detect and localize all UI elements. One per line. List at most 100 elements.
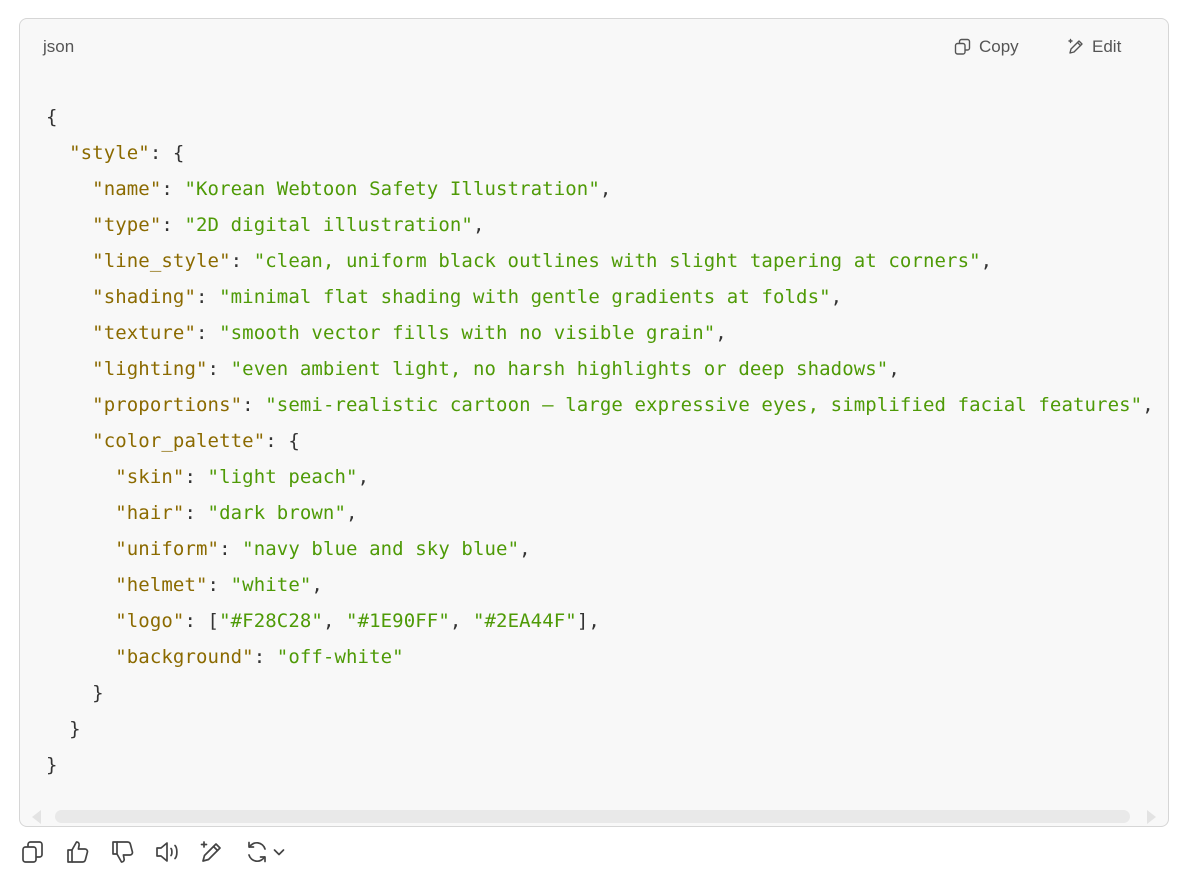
- json-punctuation-token: :: [219, 538, 243, 560]
- json-punctuation-token: [46, 430, 92, 452]
- code-line: "style": {: [46, 135, 1168, 171]
- json-punctuation-token: :: [184, 502, 208, 524]
- json-string-token: "#F28C28": [219, 610, 323, 632]
- code-line: }: [46, 711, 1168, 747]
- thumbs-up-button[interactable]: [65, 838, 91, 866]
- json-punctuation-token: }: [46, 718, 81, 740]
- edit-code-button[interactable]: Edit: [1067, 35, 1121, 59]
- json-string-token: "Korean Webtoon Safety Illustration": [184, 178, 600, 200]
- horizontal-scrollbar[interactable]: [20, 807, 1168, 826]
- json-punctuation-token: [46, 358, 92, 380]
- code-block-header: json Copy Edit: [20, 19, 1168, 77]
- edit-label: Edit: [1092, 37, 1122, 56]
- json-string-token: "white": [230, 574, 312, 596]
- scrollbar-thumb[interactable]: [55, 810, 1130, 823]
- code-line: "lighting": "even ambient light, no hars…: [46, 351, 1168, 387]
- json-string-token: "#2EA44F": [472, 610, 577, 632]
- code-line: }: [46, 747, 1168, 783]
- json-punctuation-token: ,: [1142, 394, 1154, 416]
- code-line: "color_palette": {: [46, 423, 1168, 459]
- json-key-token: "texture": [92, 322, 197, 344]
- edit-message-button[interactable]: [199, 838, 225, 866]
- json-punctuation-token: ,: [311, 574, 323, 596]
- json-punctuation-token: ,: [980, 250, 993, 272]
- json-punctuation-token: : {: [149, 142, 185, 164]
- json-key-token: "background": [115, 646, 254, 668]
- thumbs-up-icon: [65, 839, 91, 865]
- thumbs-down-icon: [110, 839, 136, 865]
- regenerate-icon: [244, 839, 270, 865]
- scroll-right-arrow-icon[interactable]: [1147, 810, 1156, 824]
- json-punctuation-token: ,: [519, 538, 531, 560]
- json-punctuation-token: [46, 466, 115, 488]
- code-line: "logo": ["#F28C28", "#1E90FF", "#2EA44F"…: [46, 603, 1168, 639]
- copy-icon: [20, 839, 46, 865]
- read-aloud-button[interactable]: [154, 838, 182, 866]
- json-punctuation-token: [46, 214, 92, 236]
- edit-icon: [199, 839, 225, 865]
- code-content: { "style": { "name": "Korean Webtoon Saf…: [46, 99, 1168, 783]
- json-punctuation-token: ,: [357, 466, 370, 488]
- json-punctuation-token: }: [46, 682, 104, 704]
- json-punctuation-token: ,: [888, 358, 900, 380]
- json-string-token: "minimal flat shading with gentle gradie…: [219, 286, 831, 308]
- json-punctuation-token: [46, 646, 115, 668]
- json-punctuation-token: ,: [322, 610, 347, 632]
- language-label: json: [43, 37, 75, 56]
- code-line: "shading": "minimal flat shading with ge…: [46, 279, 1168, 315]
- json-string-token: "light peach": [207, 466, 358, 488]
- code-line: "helmet": "white",: [46, 567, 1168, 603]
- json-punctuation-token: ,: [599, 178, 612, 200]
- code-line: "line_style": "clean, uniform black outl…: [46, 243, 1168, 279]
- json-punctuation-token: [46, 574, 115, 596]
- copy-icon: [954, 38, 972, 56]
- json-key-token: "color_palette": [92, 430, 266, 452]
- code-line: "hair": "dark brown",: [46, 495, 1168, 531]
- json-punctuation-token: :: [207, 574, 231, 596]
- regenerate-button[interactable]: [244, 838, 286, 866]
- json-key-token: "proportions": [92, 394, 243, 416]
- json-string-token: "navy blue and sky blue": [242, 538, 520, 560]
- json-punctuation-token: [46, 610, 115, 632]
- json-punctuation-token: ],: [576, 610, 600, 632]
- json-key-token: "helmet": [115, 574, 208, 596]
- edit-icon: [1067, 38, 1085, 56]
- json-punctuation-token: :: [242, 394, 266, 416]
- json-punctuation-token: [46, 394, 92, 416]
- scroll-left-arrow-icon[interactable]: [32, 810, 41, 824]
- json-punctuation-token: ,: [472, 214, 485, 236]
- code-line: "uniform": "navy blue and sky blue",: [46, 531, 1168, 567]
- json-punctuation-token: {: [46, 106, 58, 128]
- code-block: json Copy Edit { "style": { "name": "Kor…: [19, 18, 1169, 827]
- json-punctuation-token: :: [184, 466, 208, 488]
- json-punctuation-token: }: [46, 754, 58, 776]
- json-string-token: "dark brown": [207, 502, 347, 524]
- json-punctuation-token: [46, 538, 115, 560]
- copy-message-button[interactable]: [20, 838, 46, 866]
- json-key-token: "skin": [115, 466, 185, 488]
- code-line: "proportions": "semi-realistic cartoon —…: [46, 387, 1168, 423]
- json-punctuation-token: ,: [830, 286, 843, 308]
- json-string-token: "clean, uniform black outlines with slig…: [253, 250, 981, 272]
- json-punctuation-token: [46, 322, 92, 344]
- code-line: "skin": "light peach",: [46, 459, 1168, 495]
- code-line: {: [46, 99, 1168, 135]
- thumbs-down-button[interactable]: [110, 838, 136, 866]
- chevron-down-icon[interactable]: [272, 845, 286, 859]
- json-punctuation-token: :: [161, 178, 185, 200]
- json-punctuation-token: : {: [265, 430, 300, 452]
- read-aloud-icon: [154, 839, 182, 865]
- json-punctuation-token: :: [161, 214, 185, 236]
- json-punctuation-token: ,: [346, 502, 358, 524]
- json-punctuation-token: : [: [184, 610, 220, 632]
- json-punctuation-token: :: [253, 646, 277, 668]
- json-key-token: "lighting": [92, 358, 208, 380]
- code-line: "texture": "smooth vector fills with no …: [46, 315, 1168, 351]
- json-punctuation-token: ,: [449, 610, 473, 632]
- json-key-token: "logo": [115, 610, 185, 632]
- json-string-token: "smooth vector fills with no visible gra…: [219, 322, 716, 344]
- json-punctuation-token: :: [207, 358, 231, 380]
- json-punctuation-token: [46, 250, 92, 272]
- json-string-token: "2D digital illustration": [184, 214, 473, 236]
- copy-code-button[interactable]: Copy: [954, 35, 1019, 59]
